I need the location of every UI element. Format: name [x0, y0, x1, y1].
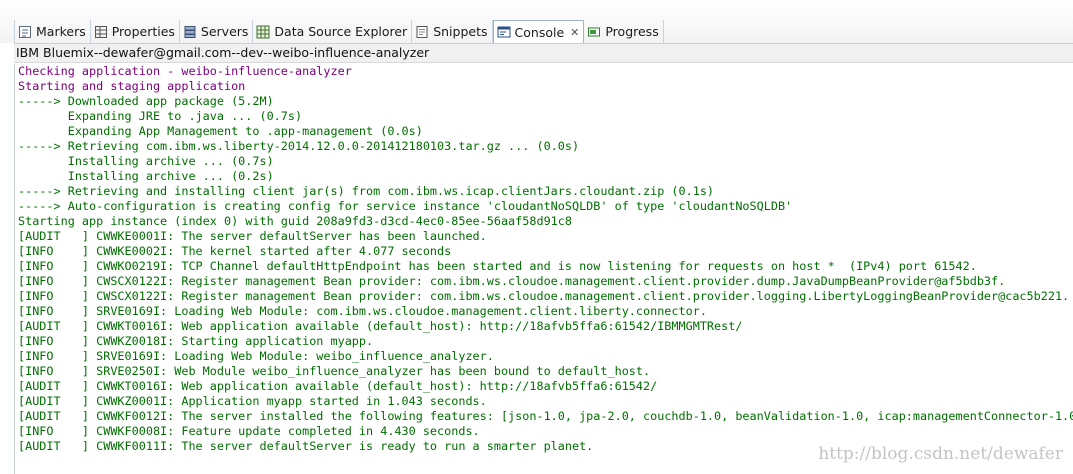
console-line: [INFO ] SRVE0169I: Loading Web Module: c… [18, 304, 707, 318]
tab-strip: Markers Properties Servers Data Source E… [14, 20, 664, 43]
tab-label: Data Source Explorer [274, 24, 408, 39]
tab-properties[interactable]: Properties [91, 20, 180, 43]
eclipse-console-view: Markers Properties Servers Data Source E… [0, 0, 1073, 474]
console-line: Expanding App Management to .app-managem… [18, 124, 423, 138]
console-output[interactable]: Checking application - weibo-influence-a… [14, 64, 1073, 474]
tab-label: Markers [36, 24, 86, 39]
console-line: [INFO ] CWWKE0002I: The kernel started a… [18, 244, 452, 258]
tab-markers[interactable]: Markers [14, 20, 91, 43]
console-line: [INFO ] CWSCX0122I: Register management … [18, 274, 1006, 288]
console-line: [INFO ] SRVE0250I: Web Module weibo_infl… [18, 364, 651, 378]
console-line: [AUDIT ] CWWKF0011I: The server defaultS… [18, 439, 594, 453]
console-line: [INFO ] CWWKF0008I: Feature update compl… [18, 424, 480, 438]
console-line: Starting app instance (index 0) with gui… [18, 214, 572, 228]
tab-label: Servers [200, 24, 249, 39]
console-line: [AUDIT ] CWWKT0016I: Web application ava… [18, 319, 743, 333]
tab-snippets[interactable]: Snippets [412, 20, 493, 43]
console-line: -----> Retrieving com.ibm.ws.liberty-201… [18, 139, 580, 153]
console-line: -----> Retrieving and installing client … [18, 184, 715, 198]
console-line: [AUDIT ] CWWKE0001I: The server defaultS… [18, 229, 487, 243]
view-tab-bar: Markers Properties Servers Data Source E… [0, 0, 1073, 43]
console-line: [AUDIT ] CWWKF0012I: The server installe… [18, 409, 1073, 423]
tab-label: Properties [111, 24, 175, 39]
console-line: -----> Auto-configuration is creating co… [18, 199, 793, 213]
console-line: [INFO ] SRVE0169I: Loading Web Module: w… [18, 349, 494, 363]
tab-data-source-explorer[interactable]: Data Source Explorer [253, 20, 413, 43]
console-line: [INFO ] CWWKZ0018I: Starting application… [18, 334, 374, 348]
console-line: [INFO ] CWWKO0219I: TCP Channel defaultH… [18, 259, 977, 273]
progress-icon [587, 25, 601, 39]
properties-icon [94, 25, 108, 39]
tab-label: Snippets [433, 24, 488, 39]
tab-progress[interactable]: Progress [584, 20, 664, 43]
watermark: http://blog.csdn.net/dewafer [818, 444, 1063, 464]
console-line: [INFO ] CWSCX0122I: Register management … [18, 289, 1070, 303]
console-title: IBM Bluemix--dewafer@gmail.com--dev--wei… [16, 45, 430, 60]
console-title-bar: IBM Bluemix--dewafer@gmail.com--dev--wei… [14, 43, 1073, 63]
console-line: Starting and staging application [18, 79, 246, 93]
servers-icon [183, 25, 197, 39]
console-line: [AUDIT ] CWWKZ0001I: Application myapp s… [18, 394, 487, 408]
close-icon[interactable]: ✕ [570, 26, 579, 39]
console-line: Expanding JRE to .java ... (0.7s) [18, 109, 303, 123]
tab-servers[interactable]: Servers [180, 20, 254, 43]
console-line: Installing archive ... (0.7s) [18, 154, 274, 168]
console-line: Checking application - weibo-influence-a… [18, 64, 352, 78]
tab-label: Progress [605, 24, 659, 39]
data-source-icon [256, 25, 270, 39]
tab-label: Console [514, 24, 565, 40]
console-line: -----> Downloaded app package (5.2M) [18, 94, 274, 108]
markers-icon [18, 25, 32, 39]
snippets-icon [415, 25, 429, 39]
console-line: [AUDIT ] CWWKT0016I: Web application ava… [18, 379, 658, 393]
console-icon [497, 25, 511, 39]
console-line: Installing archive ... (0.2s) [18, 169, 274, 183]
tab-console[interactable]: Console ✕ [492, 20, 585, 43]
